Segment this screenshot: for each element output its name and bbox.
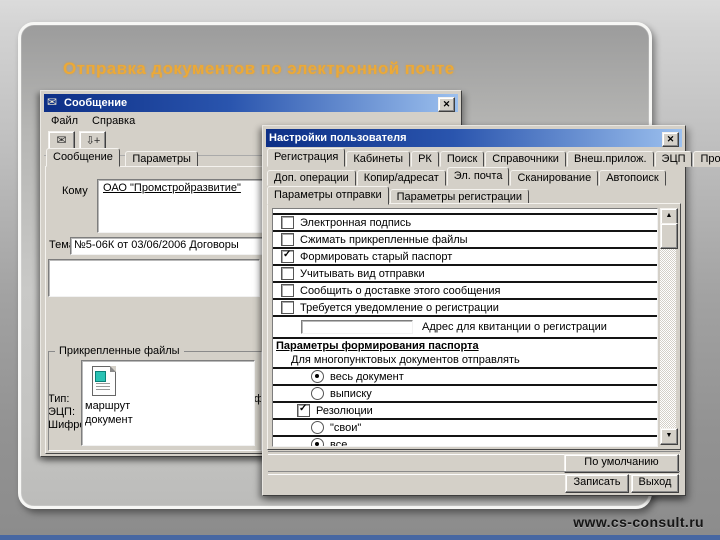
radio-icon[interactable] — [311, 421, 324, 434]
option-label: Формировать старый паспорт — [300, 250, 453, 263]
checkbox-icon[interactable] — [281, 267, 294, 280]
recipient-link[interactable]: ОАО "Промстройразвитие" — [103, 182, 241, 194]
message-tabs: Сообщение Параметры — [46, 148, 199, 167]
address-label: Адрес для квитанции о регистрации — [422, 321, 607, 333]
attachments-group-label: Прикрепленные файлы — [55, 345, 184, 357]
settings-tabs-row3: Параметры отправки Параметры регистрации — [267, 186, 530, 205]
send-icon — [49, 133, 74, 147]
exit-button[interactable]: Выход — [631, 474, 679, 493]
option-row: Учитывать вид отправки — [273, 266, 657, 283]
tab-email[interactable]: Эл. почта — [446, 167, 510, 186]
option-row: все — [273, 437, 657, 447]
checkbox-icon[interactable] — [281, 301, 294, 314]
multipoint-text: Для многопунктовых документов отправлять — [273, 353, 657, 369]
radio-icon[interactable] — [311, 387, 324, 400]
tab-registration[interactable]: Регистрация — [267, 148, 346, 167]
tab-extra-operations[interactable]: Доп. операции — [267, 170, 356, 186]
tab-message[interactable]: Сообщение — [46, 148, 120, 167]
tab-signature[interactable]: ЭЦП — [654, 151, 693, 167]
passport-heading: Параметры формирования паспорта — [276, 340, 479, 352]
document-icon-badge — [95, 371, 106, 382]
tab-other[interactable]: Прочие — [693, 151, 720, 167]
option-row: Формировать старый паспорт — [273, 249, 657, 266]
option-label: весь документ — [330, 370, 404, 383]
close-icon[interactable] — [438, 96, 455, 112]
menu-help[interactable]: Справка — [85, 115, 142, 127]
address-row: Адрес для квитанции о регистрации — [273, 317, 657, 339]
message-window-title: Сообщение — [64, 97, 128, 109]
settings-dialog-title: Настройки пользователя — [269, 132, 407, 144]
radio-selected-icon[interactable] — [311, 438, 324, 446]
attachment-caption[interactable]: маршрут документ — [85, 399, 133, 427]
checkbox-checked-icon[interactable] — [297, 403, 310, 417]
option-row: Сообщить о доставке этого сообщения — [273, 283, 657, 300]
tab-search[interactable]: Поиск — [439, 151, 485, 167]
footer-url: www.cs-consult.ru — [573, 514, 704, 530]
address-input[interactable] — [301, 320, 413, 334]
option-row: выписку — [273, 386, 657, 403]
attachments-box[interactable]: маршрут документ — [81, 360, 255, 446]
subject-input[interactable]: №5-06К от 03/06/2006 Договоры — [70, 237, 266, 255]
tab-send-parameters[interactable]: Параметры отправки — [267, 186, 389, 205]
option-label: "свои" — [330, 421, 362, 434]
slide-title: Отправка документов по электронной почте — [63, 59, 455, 78]
checkbox-icon[interactable] — [281, 233, 294, 246]
settings-titlebar[interactable]: Настройки пользователя — [266, 129, 682, 147]
tab-cabinets[interactable]: Кабинеты — [346, 151, 411, 167]
options-list: Электронная подпись Сжимать прикрепленны… — [272, 208, 658, 447]
option-row: Требуется уведомление о регистрации — [273, 300, 657, 317]
to-listbox[interactable]: ОАО "Промстройразвитие" — [97, 179, 269, 233]
attach-icon — [80, 133, 105, 147]
tab-external-apps[interactable]: Внеш.прилож. — [566, 151, 654, 167]
tab-directories[interactable]: Справочники — [485, 151, 566, 167]
tab-autosearch[interactable]: Автопоиск — [599, 170, 666, 186]
checkbox-icon[interactable] — [281, 284, 294, 297]
option-label: Требуется уведомление о регистрации — [300, 301, 499, 314]
bottom-accent-strip — [0, 535, 720, 540]
option-label: Сжимать прикрепленные файлы — [300, 233, 468, 246]
option-label: Резолюции — [316, 404, 373, 417]
to-label: Кому — [62, 185, 88, 197]
settings-tabs-row1: Регистрация Кабинеты РК Поиск Справочники Вне… — [267, 148, 720, 167]
option-row: весь документ — [273, 369, 657, 386]
option-label: Электронная подпись — [300, 216, 412, 229]
settings-dialog: Настройки пользователя РегистрацияКабине… — [262, 125, 720, 496]
tab-parameters[interactable]: Параметры — [125, 151, 198, 167]
option-label: Учитывать вид отправки — [300, 267, 425, 280]
tab-copy-addressee[interactable]: Копир/адресат — [356, 170, 446, 186]
option-label: все — [330, 438, 348, 447]
option-row: Электронная подпись — [273, 213, 657, 232]
option-label: Сообщить о доставке этого сообщения — [300, 284, 501, 297]
checkbox-checked-icon[interactable] — [281, 249, 294, 263]
option-label: выписку — [330, 387, 372, 400]
settings-tabs-row2: Доп. операции Копир/адресат Эл. почта Скани… — [267, 167, 667, 186]
slide: Отправка документов по электронной почте… — [0, 0, 720, 540]
attachments-group: Прикрепленные файлы маршрут документ — [48, 345, 262, 451]
option-row: Сжимать прикрепленные файлы — [273, 232, 657, 249]
option-row: Резолюции — [273, 403, 657, 420]
message-titlebar[interactable]: Сообщение — [44, 94, 458, 112]
scroll-down-icon[interactable] — [660, 428, 678, 445]
close-icon[interactable] — [662, 131, 679, 147]
option-row: "свои" — [273, 420, 657, 437]
menu-file[interactable]: Файл — [44, 115, 85, 127]
envelope-icon — [47, 95, 60, 109]
radio-selected-icon[interactable] — [311, 370, 324, 383]
tab-rk[interactable]: РК — [411, 151, 439, 167]
save-button[interactable]: Записать — [565, 474, 629, 493]
document-icon[interactable] — [92, 366, 116, 396]
scrollbar[interactable] — [660, 208, 678, 445]
scroll-thumb[interactable] — [660, 223, 678, 249]
message-body-area[interactable] — [48, 259, 260, 297]
checkbox-icon[interactable] — [281, 216, 294, 229]
tab-scanning[interactable]: Сканирование — [510, 170, 599, 186]
settings-panel: Электронная подпись Сжимать прикрепленны… — [267, 203, 681, 450]
